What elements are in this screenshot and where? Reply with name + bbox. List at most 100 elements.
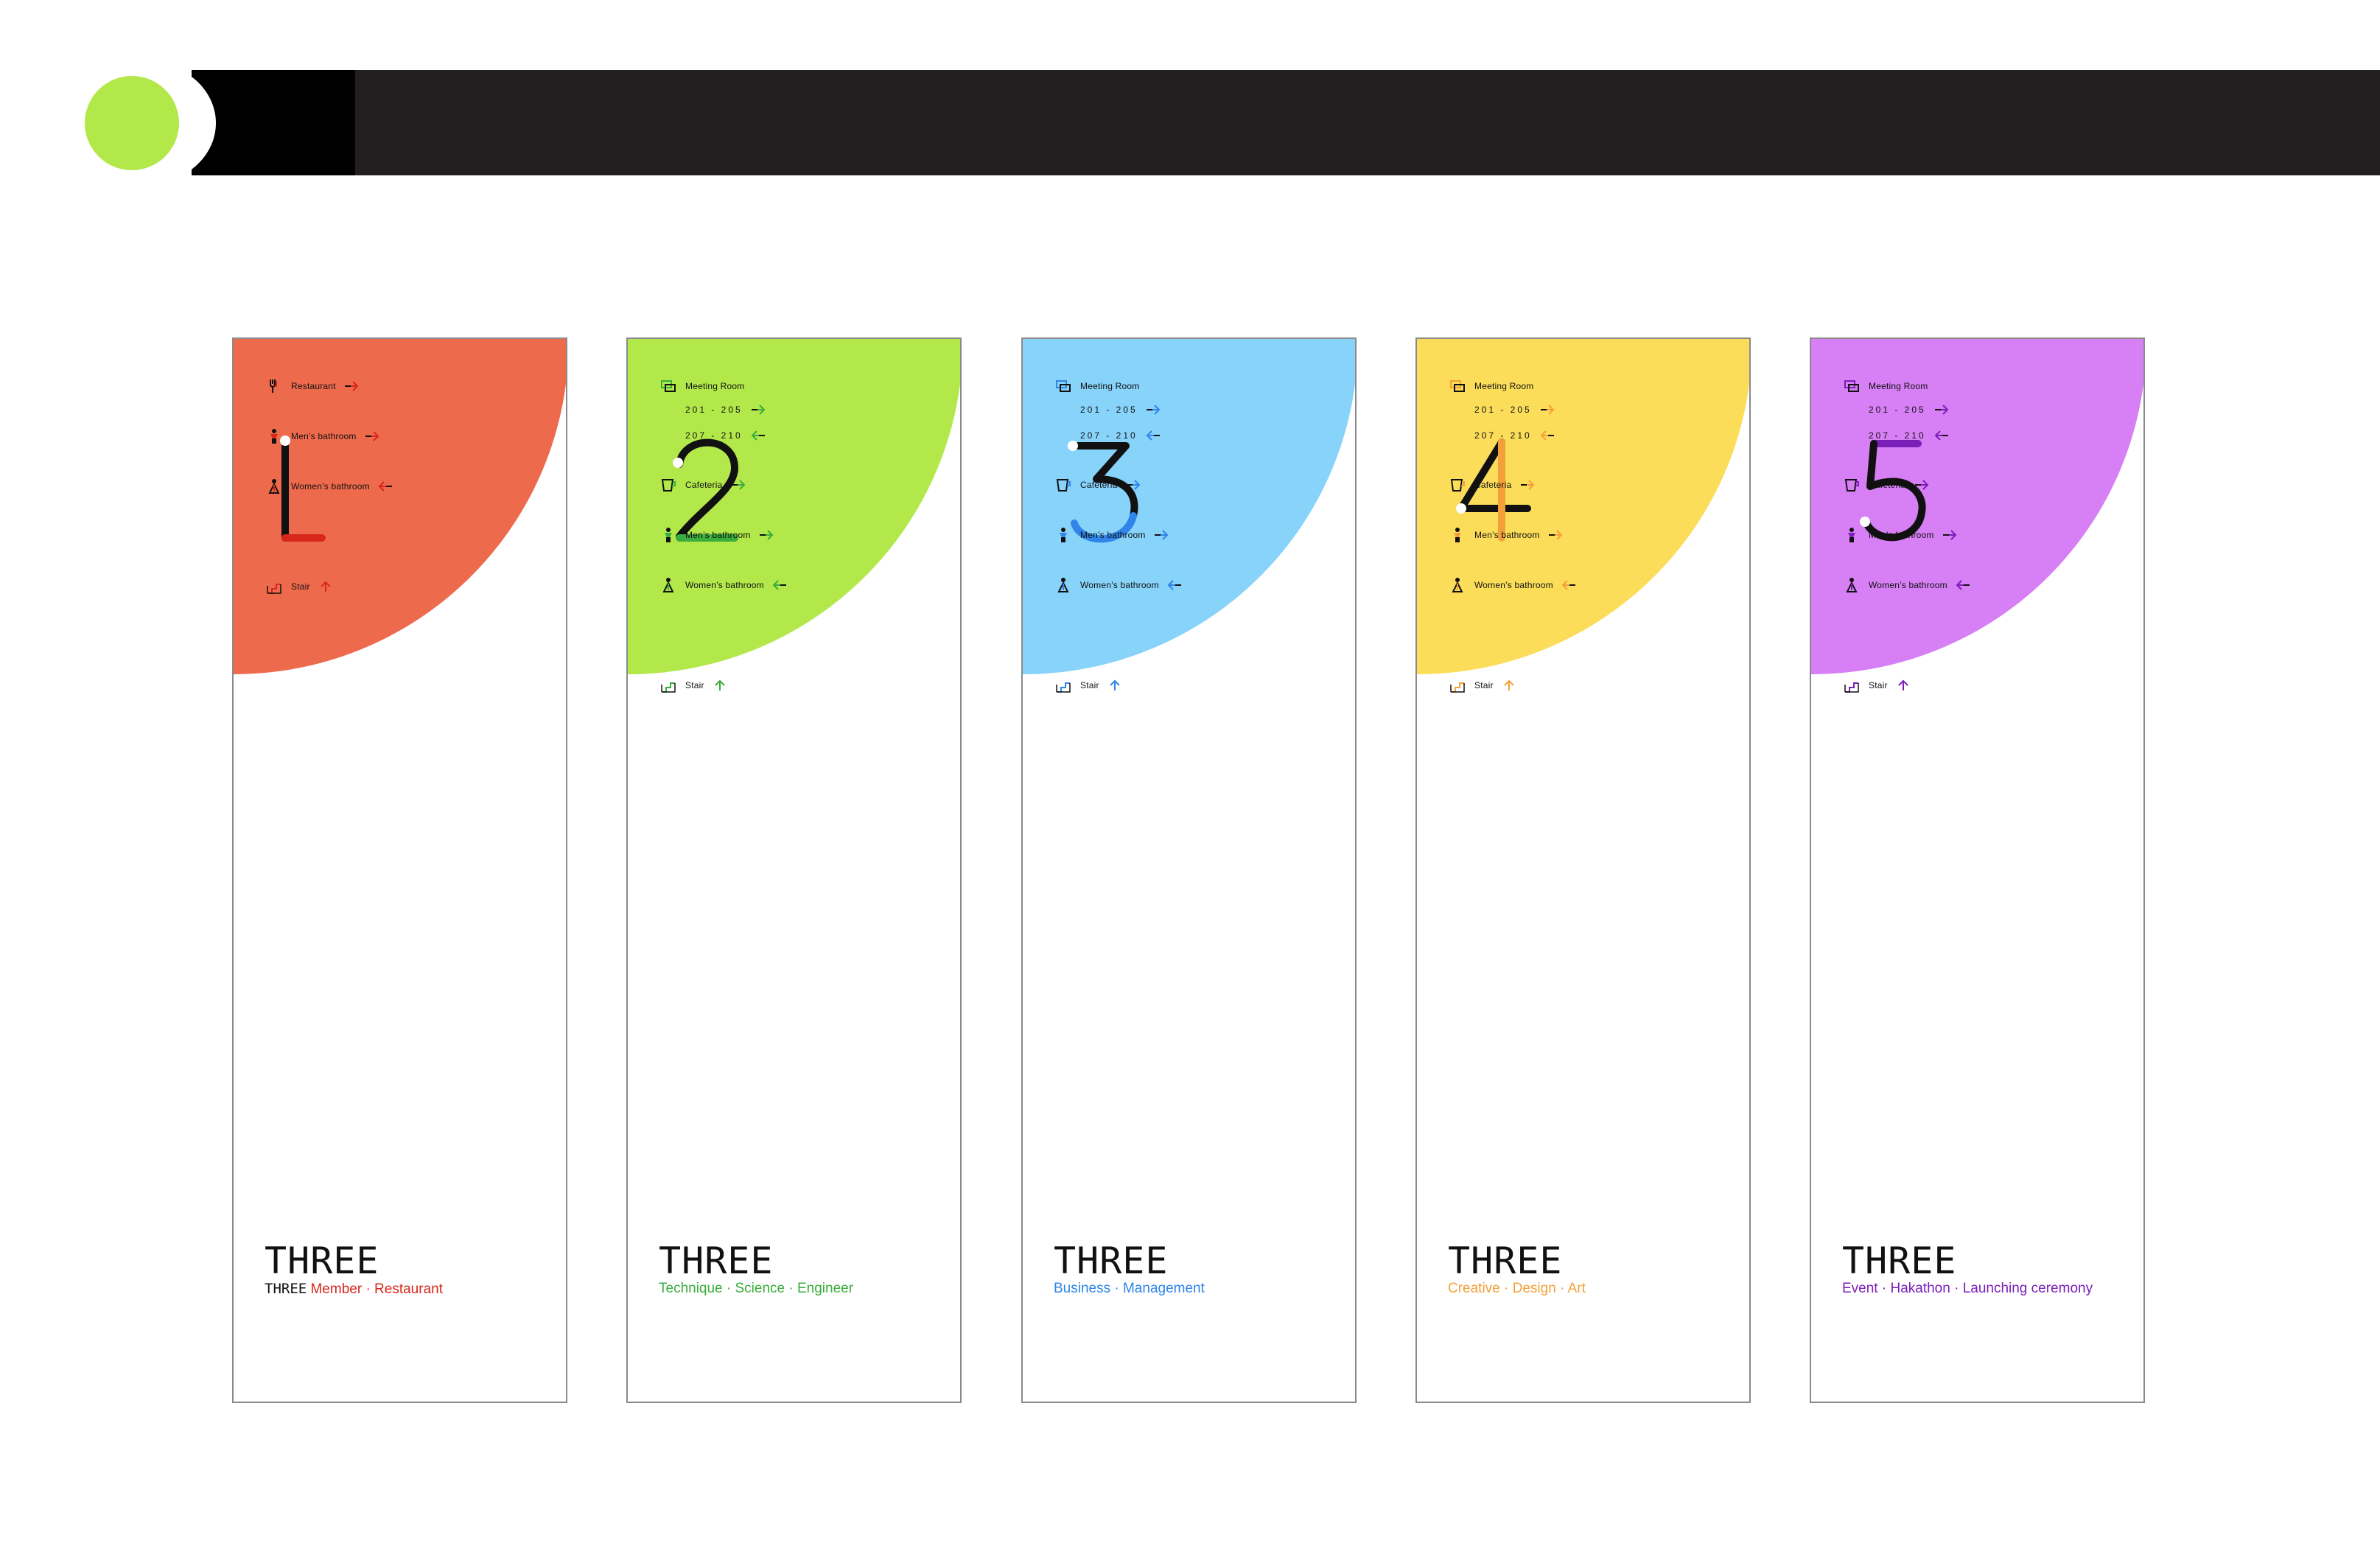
mens-bathroom-icon — [266, 428, 282, 444]
arrow-right-icon — [1942, 529, 1958, 541]
room-range-label: 207 - 210 — [1869, 430, 1926, 441]
brand-logo-text: THREE — [265, 1239, 379, 1282]
directory-item-label: Stair — [1474, 680, 1494, 690]
cafeteria-icon — [1449, 477, 1466, 493]
directory-item-label: Men’s bathroom — [1080, 530, 1146, 540]
womens-bathroom-icon — [266, 478, 282, 494]
arrow-right-icon — [1547, 529, 1564, 541]
stair-icon — [266, 578, 282, 595]
brand-logo-text: THREE — [659, 1239, 774, 1282]
room-range-label: 201 - 205 — [1474, 405, 1532, 415]
arrow-left-icon — [1955, 579, 1971, 591]
tagline-prefix: THREE — [265, 1281, 307, 1297]
arrow-right-icon — [1125, 479, 1141, 491]
directory-item-label: Women’s bathroom — [1474, 580, 1553, 590]
directory-item: Men’s bathroom — [1055, 527, 1169, 543]
womens-bathroom-icon — [1055, 577, 1071, 593]
directory-item: Stair — [1449, 677, 1517, 693]
directory-item-label: Cafeteria — [1474, 480, 1512, 490]
womens-bathroom-icon — [1844, 577, 1860, 593]
meeting-room-icon — [1844, 378, 1860, 394]
tagline-text: Creative · Design · Art — [1448, 1281, 1586, 1296]
brand-logo-text: THREE — [1448, 1239, 1563, 1282]
directory-item-label: Women’s bathroom — [1080, 580, 1159, 590]
tagline-text: Technique · Science · Engineer — [659, 1281, 854, 1296]
floor-tagline: Business · Management — [1054, 1281, 1205, 1297]
arrow-left-icon — [1933, 430, 1950, 441]
sign-panel-floor-1: Restaurant Men’s bathroom Women’s bathroom… — [232, 337, 567, 1403]
room-range-label: 201 - 205 — [1080, 405, 1138, 415]
directory-item: Cafeteria — [1055, 477, 1141, 493]
stair-icon — [1844, 677, 1860, 693]
directory-item-label: Cafeteria — [1080, 480, 1118, 490]
header-bar-start — [192, 70, 355, 175]
meeting-room-icon — [660, 378, 676, 394]
header-bar — [192, 70, 2380, 175]
directory-item: Meeting Room — [1844, 378, 1928, 394]
directory-item: Men’s bathroom — [266, 428, 380, 444]
directory-item-label: Women’s bathroom — [1869, 580, 1947, 590]
arrow-right-icon — [1539, 404, 1555, 416]
directory-item-label: Men’s bathroom — [1869, 530, 1934, 540]
directory-item-label: Cafeteria — [685, 480, 723, 490]
womens-bathroom-icon — [1449, 577, 1466, 593]
room-range-label: 207 - 210 — [1080, 430, 1138, 441]
floor-tagline: Technique · Science · Engineer — [659, 1281, 853, 1297]
directory-item: Meeting Room — [1055, 378, 1139, 394]
arrow-up-icon — [712, 679, 728, 691]
womens-bathroom-icon — [660, 577, 676, 593]
arrow-right-icon — [1153, 529, 1169, 541]
arrow-right-icon — [1933, 404, 1950, 416]
room-range-row: 207 - 210 — [1055, 430, 1161, 441]
directory-item-label: Stair — [291, 581, 310, 592]
sign-panel-floor-3: Meeting Room 201 - 205 207 - 210 Cafeteria M… — [1021, 337, 1357, 1403]
directory-item-label: Meeting Room — [685, 381, 745, 391]
tagline-text: Member · Restaurant — [310, 1281, 443, 1297]
room-range-row: 207 - 210 — [660, 430, 766, 441]
directory-item-label: Women’s bathroom — [291, 481, 370, 492]
arrow-right-icon — [758, 529, 774, 541]
mens-bathroom-icon — [1449, 527, 1466, 543]
sign-panel-floor-2: Meeting Room 201 - 205 207 - 210 Cafeteria M… — [626, 337, 962, 1403]
directory-item: Stair — [660, 677, 728, 693]
directory-item-label: Meeting Room — [1869, 381, 1928, 391]
room-range-row: 201 - 205 — [1449, 404, 1555, 416]
mens-bathroom-icon — [1055, 527, 1071, 543]
directory-item: Women’s bathroom — [266, 478, 393, 494]
cafeteria-icon — [1844, 477, 1860, 493]
mens-bathroom-icon — [660, 527, 676, 543]
arrow-left-icon — [1145, 430, 1161, 441]
directory-item: Women’s bathroom — [1055, 577, 1183, 593]
directory-item: Men’s bathroom — [1844, 527, 1958, 543]
directory-item: Stair — [1055, 677, 1123, 693]
stair-icon — [1449, 677, 1466, 693]
arrow-right-icon — [343, 380, 360, 392]
cafeteria-icon — [1055, 477, 1071, 493]
directory-item: Cafeteria — [1844, 477, 1930, 493]
brand-logo-text: THREE — [1842, 1239, 1957, 1282]
directory-item-label: Cafeteria — [1869, 480, 1906, 490]
cafeteria-icon — [660, 477, 676, 493]
directory-item-label: Men’s bathroom — [291, 431, 357, 441]
arrow-right-icon — [1519, 479, 1536, 491]
meeting-room-icon — [1055, 378, 1071, 394]
directory-item: Women’s bathroom — [1449, 577, 1577, 593]
room-range-label: 201 - 205 — [1869, 405, 1926, 415]
tagline-text: Business · Management — [1054, 1281, 1205, 1296]
brand-logo-text: THREE — [1054, 1239, 1169, 1282]
directory-item: Men’s bathroom — [660, 527, 774, 543]
arrow-left-icon — [1166, 579, 1183, 591]
directory-item-label: Men’s bathroom — [1474, 530, 1540, 540]
arrow-up-icon — [318, 581, 334, 592]
room-range-label: 207 - 210 — [685, 430, 743, 441]
floor-tagline: THREE Member · Restaurant — [265, 1281, 443, 1298]
directory-item-label: Women’s bathroom — [685, 580, 764, 590]
directory-item-label: Meeting Room — [1080, 381, 1140, 391]
room-range-label: 207 - 210 — [1474, 430, 1532, 441]
directory-item: Cafeteria — [1449, 477, 1536, 493]
directory-item: Men’s bathroom — [1449, 527, 1564, 543]
arrow-left-icon — [377, 480, 393, 492]
arrow-left-icon — [1561, 579, 1577, 591]
directory-item: Stair — [1844, 677, 1911, 693]
room-range-label: 201 - 205 — [685, 405, 743, 415]
